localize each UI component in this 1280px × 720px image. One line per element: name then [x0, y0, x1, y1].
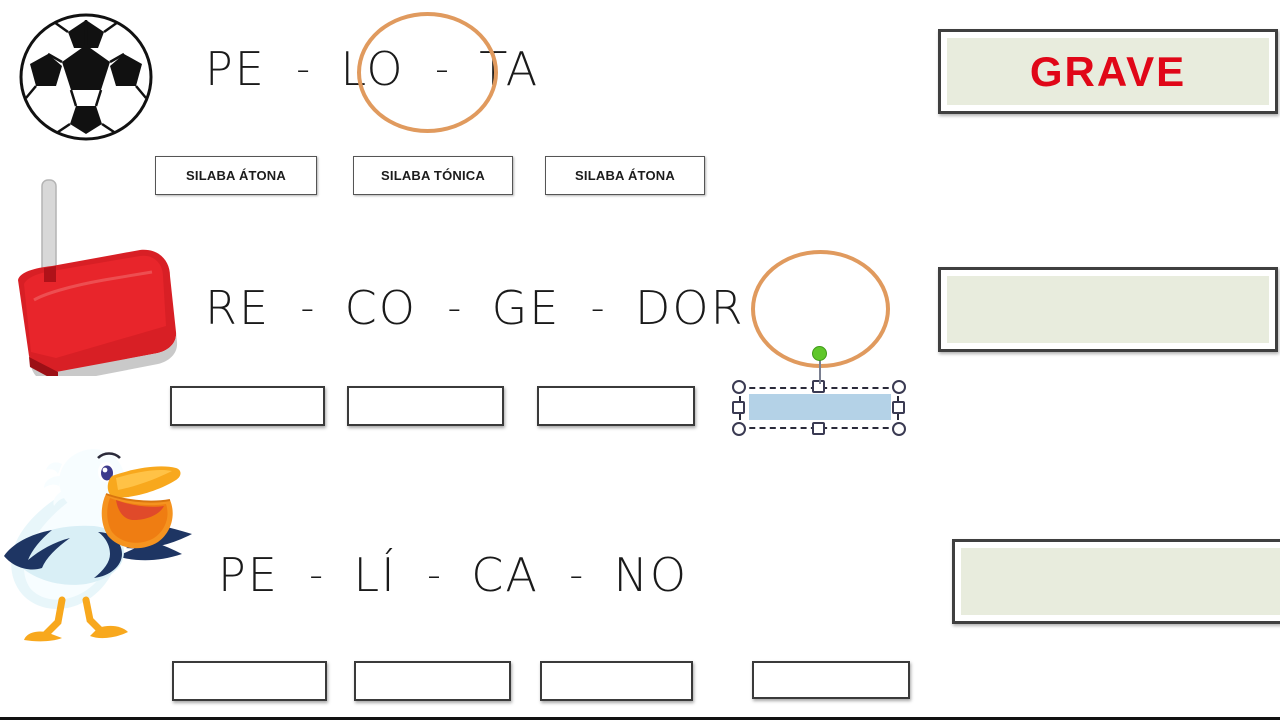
soccer-ball-image — [18, 12, 154, 142]
syllable-row-recogedor: RE - CO - GE - DOR — [205, 281, 745, 335]
syllable-row-pelicano: PE - LÍ - CA - NO — [218, 548, 688, 602]
syllable-pe-1: PE — [205, 42, 266, 96]
syllable-separator: - — [296, 47, 310, 91]
dustpan-image — [0, 176, 180, 384]
silaba-label-text: SILABA TÓNICA — [381, 168, 485, 183]
syllable-no: NO — [613, 548, 689, 602]
syllable-separator: - — [309, 553, 323, 597]
syllable-ca: CA — [471, 548, 539, 602]
result-panel-inner — [947, 276, 1269, 343]
selected-shape-fill — [749, 394, 891, 420]
silaba-label-atona-2[interactable]: SILABA ÁTONA — [545, 156, 705, 195]
answer-box-recogedor-2[interactable] — [347, 386, 504, 426]
syllable-re: RE — [205, 281, 271, 335]
resize-handle-bottom-left[interactable] — [732, 422, 746, 436]
result-label-grave: GRAVE — [1029, 47, 1187, 95]
syllable-ge: GE — [491, 281, 561, 335]
syllable-co: CO — [344, 281, 417, 335]
syllable-pe-3: PE — [218, 548, 279, 602]
resize-handle-bottom-right[interactable] — [892, 422, 906, 436]
resize-handle-bottom-center[interactable] — [812, 422, 825, 435]
pelican-image — [0, 420, 196, 642]
syllable-separator: - — [569, 553, 584, 597]
slide-canvas: PE - LO - TA SILABA ÁTONA SILABA TÓNICA … — [0, 0, 1280, 720]
result-panel-recogedor[interactable] — [938, 267, 1278, 352]
answer-box-recogedor-4-selected[interactable] — [732, 380, 906, 436]
result-panel-pelota[interactable]: GRAVE — [938, 29, 1278, 114]
resize-handle-middle-right[interactable] — [892, 401, 905, 414]
rotate-handle-stem — [819, 358, 821, 384]
silaba-label-text: SILABA ÁTONA — [575, 168, 675, 183]
syllable-separator: - — [427, 553, 441, 597]
syllable-li-stressed: LÍ — [353, 548, 397, 602]
resize-handle-top-left[interactable] — [732, 380, 746, 394]
silaba-label-tonica[interactable]: SILABA TÓNICA — [353, 156, 513, 195]
answer-box-pelicano-2[interactable] — [354, 661, 511, 701]
answer-box-recogedor-3[interactable] — [537, 386, 695, 426]
result-panel-inner: GRAVE — [947, 38, 1269, 105]
rotate-handle[interactable] — [812, 346, 827, 361]
syllable-dor-stressed: DOR — [634, 281, 745, 335]
syllable-separator: - — [590, 286, 605, 330]
syllable-separator: - — [447, 286, 462, 330]
result-panel-pelicano[interactable] — [952, 539, 1280, 624]
answer-box-pelicano-3[interactable] — [540, 661, 693, 701]
result-panel-inner — [961, 548, 1280, 615]
syllable-separator: - — [300, 286, 315, 330]
resize-handle-top-right[interactable] — [892, 380, 906, 394]
answer-box-pelicano-1[interactable] — [172, 661, 327, 701]
silaba-label-text: SILABA ÁTONA — [186, 168, 286, 183]
answer-box-pelicano-4[interactable] — [752, 661, 910, 699]
resize-handle-middle-left[interactable] — [732, 401, 745, 414]
stress-circle-lo — [357, 12, 498, 133]
